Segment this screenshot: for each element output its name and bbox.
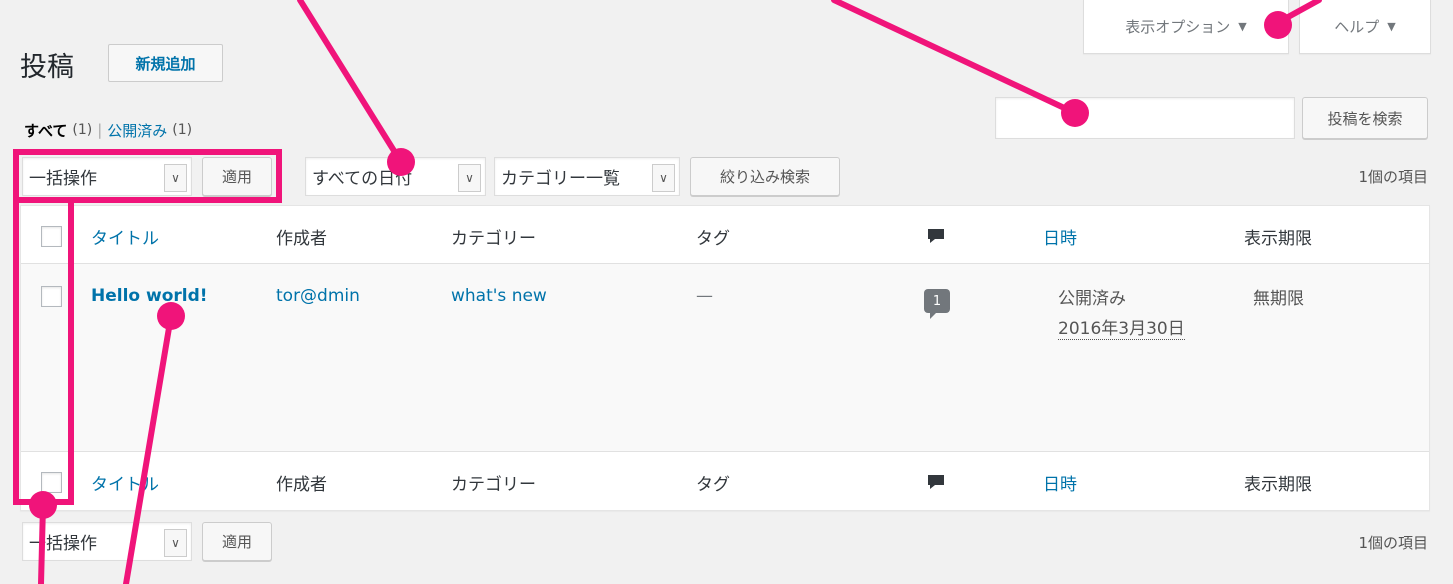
column-tags-header: タグ [696, 229, 730, 249]
view-filters: すべて (1) | 公開済み (1) [24, 118, 192, 142]
view-all-count: (1) [72, 122, 93, 138]
post-expiry: 無期限 [1253, 289, 1304, 309]
comment-count-bubble[interactable]: 1 [924, 289, 950, 319]
post-category-link[interactable]: what's new [451, 286, 547, 306]
add-new-button[interactable]: 新規追加 [108, 44, 223, 82]
annotation-marker-search [1061, 99, 1089, 127]
column-expiry-footer: 表示期限 [1244, 475, 1312, 495]
post-author-link[interactable]: tor@dmin [276, 286, 360, 306]
bulk-action-value-bottom: 一括操作 [29, 534, 97, 554]
annotation-marker-post-title [157, 302, 185, 330]
search-posts-button[interactable]: 投稿を検索 [1302, 97, 1428, 139]
category-filter-value: カテゴリー一覧 [501, 169, 620, 189]
comment-icon[interactable] [927, 474, 945, 490]
chevron-down-icon: ∨ [164, 529, 187, 557]
items-count-top: 1個の項目 [1358, 168, 1428, 186]
column-date-header[interactable]: 日時 [1043, 224, 1077, 249]
view-separator: | [97, 121, 103, 139]
column-title-footer[interactable]: タイトル [91, 470, 159, 495]
post-search-input[interactable] [995, 97, 1295, 139]
apply-button-bottom[interactable]: 適用 [202, 522, 272, 561]
post-title-link[interactable]: Hello world! [91, 286, 208, 306]
column-date-footer[interactable]: 日時 [1043, 470, 1077, 495]
post-date: 2016年3月30日 [1058, 314, 1185, 340]
filter-button[interactable]: 絞り込み検索 [690, 157, 840, 196]
post-status: 公開済み [1058, 289, 1126, 309]
column-expiry-header: 表示期限 [1244, 229, 1312, 249]
annotation-highlight-checkbox-column [13, 203, 74, 505]
column-tags-footer: タグ [696, 475, 730, 495]
chevron-down-icon: ∨ [652, 164, 675, 192]
annotation-highlight-bulk-actions [13, 149, 282, 203]
items-count-bottom: 1個の項目 [1358, 534, 1428, 552]
chevron-down-icon: ∨ [458, 164, 481, 192]
column-author-header: 作成者 [276, 229, 327, 249]
caret-down-icon: ▼ [1387, 20, 1396, 33]
category-filter-select[interactable]: カテゴリー一覧 ∨ [494, 157, 680, 196]
table-footer-row: タイトル 作成者 カテゴリー タグ 日時 表示期限 [21, 452, 1429, 512]
view-published-link[interactable]: 公開済み [107, 120, 167, 141]
help-tab[interactable]: ヘルプ ▼ [1299, 0, 1431, 54]
table-row: Hello world! tor@dmin what's new — 1 公開済… [21, 264, 1429, 452]
column-title-header[interactable]: タイトル [91, 224, 159, 249]
annotation-marker-date-filter [387, 148, 415, 176]
screen-options-tab[interactable]: 表示オプション ▼ [1083, 0, 1289, 54]
column-categories-footer: カテゴリー [451, 475, 536, 495]
table-header-row: タイトル 作成者 カテゴリー タグ 日時 表示期限 [21, 206, 1429, 264]
screen-options-label: 表示オプション [1125, 18, 1231, 36]
annotation-marker-checkbox [29, 491, 57, 519]
bulk-action-select-bottom[interactable]: 一括操作 ∨ [22, 522, 192, 561]
view-published-count: (1) [172, 122, 193, 138]
post-tags: — [696, 286, 713, 306]
comment-icon[interactable] [927, 228, 945, 244]
help-label: ヘルプ [1334, 18, 1380, 36]
column-categories-header: カテゴリー [451, 229, 536, 249]
caret-down-icon: ▼ [1238, 20, 1247, 33]
view-all-link[interactable]: すべて [24, 120, 67, 141]
annotation-marker-screen-options [1264, 11, 1292, 39]
posts-table: タイトル 作成者 カテゴリー タグ 日時 表示期限 Hello world! t… [20, 205, 1430, 511]
page-title: 投稿 [20, 52, 74, 83]
column-author-footer: 作成者 [276, 475, 327, 495]
